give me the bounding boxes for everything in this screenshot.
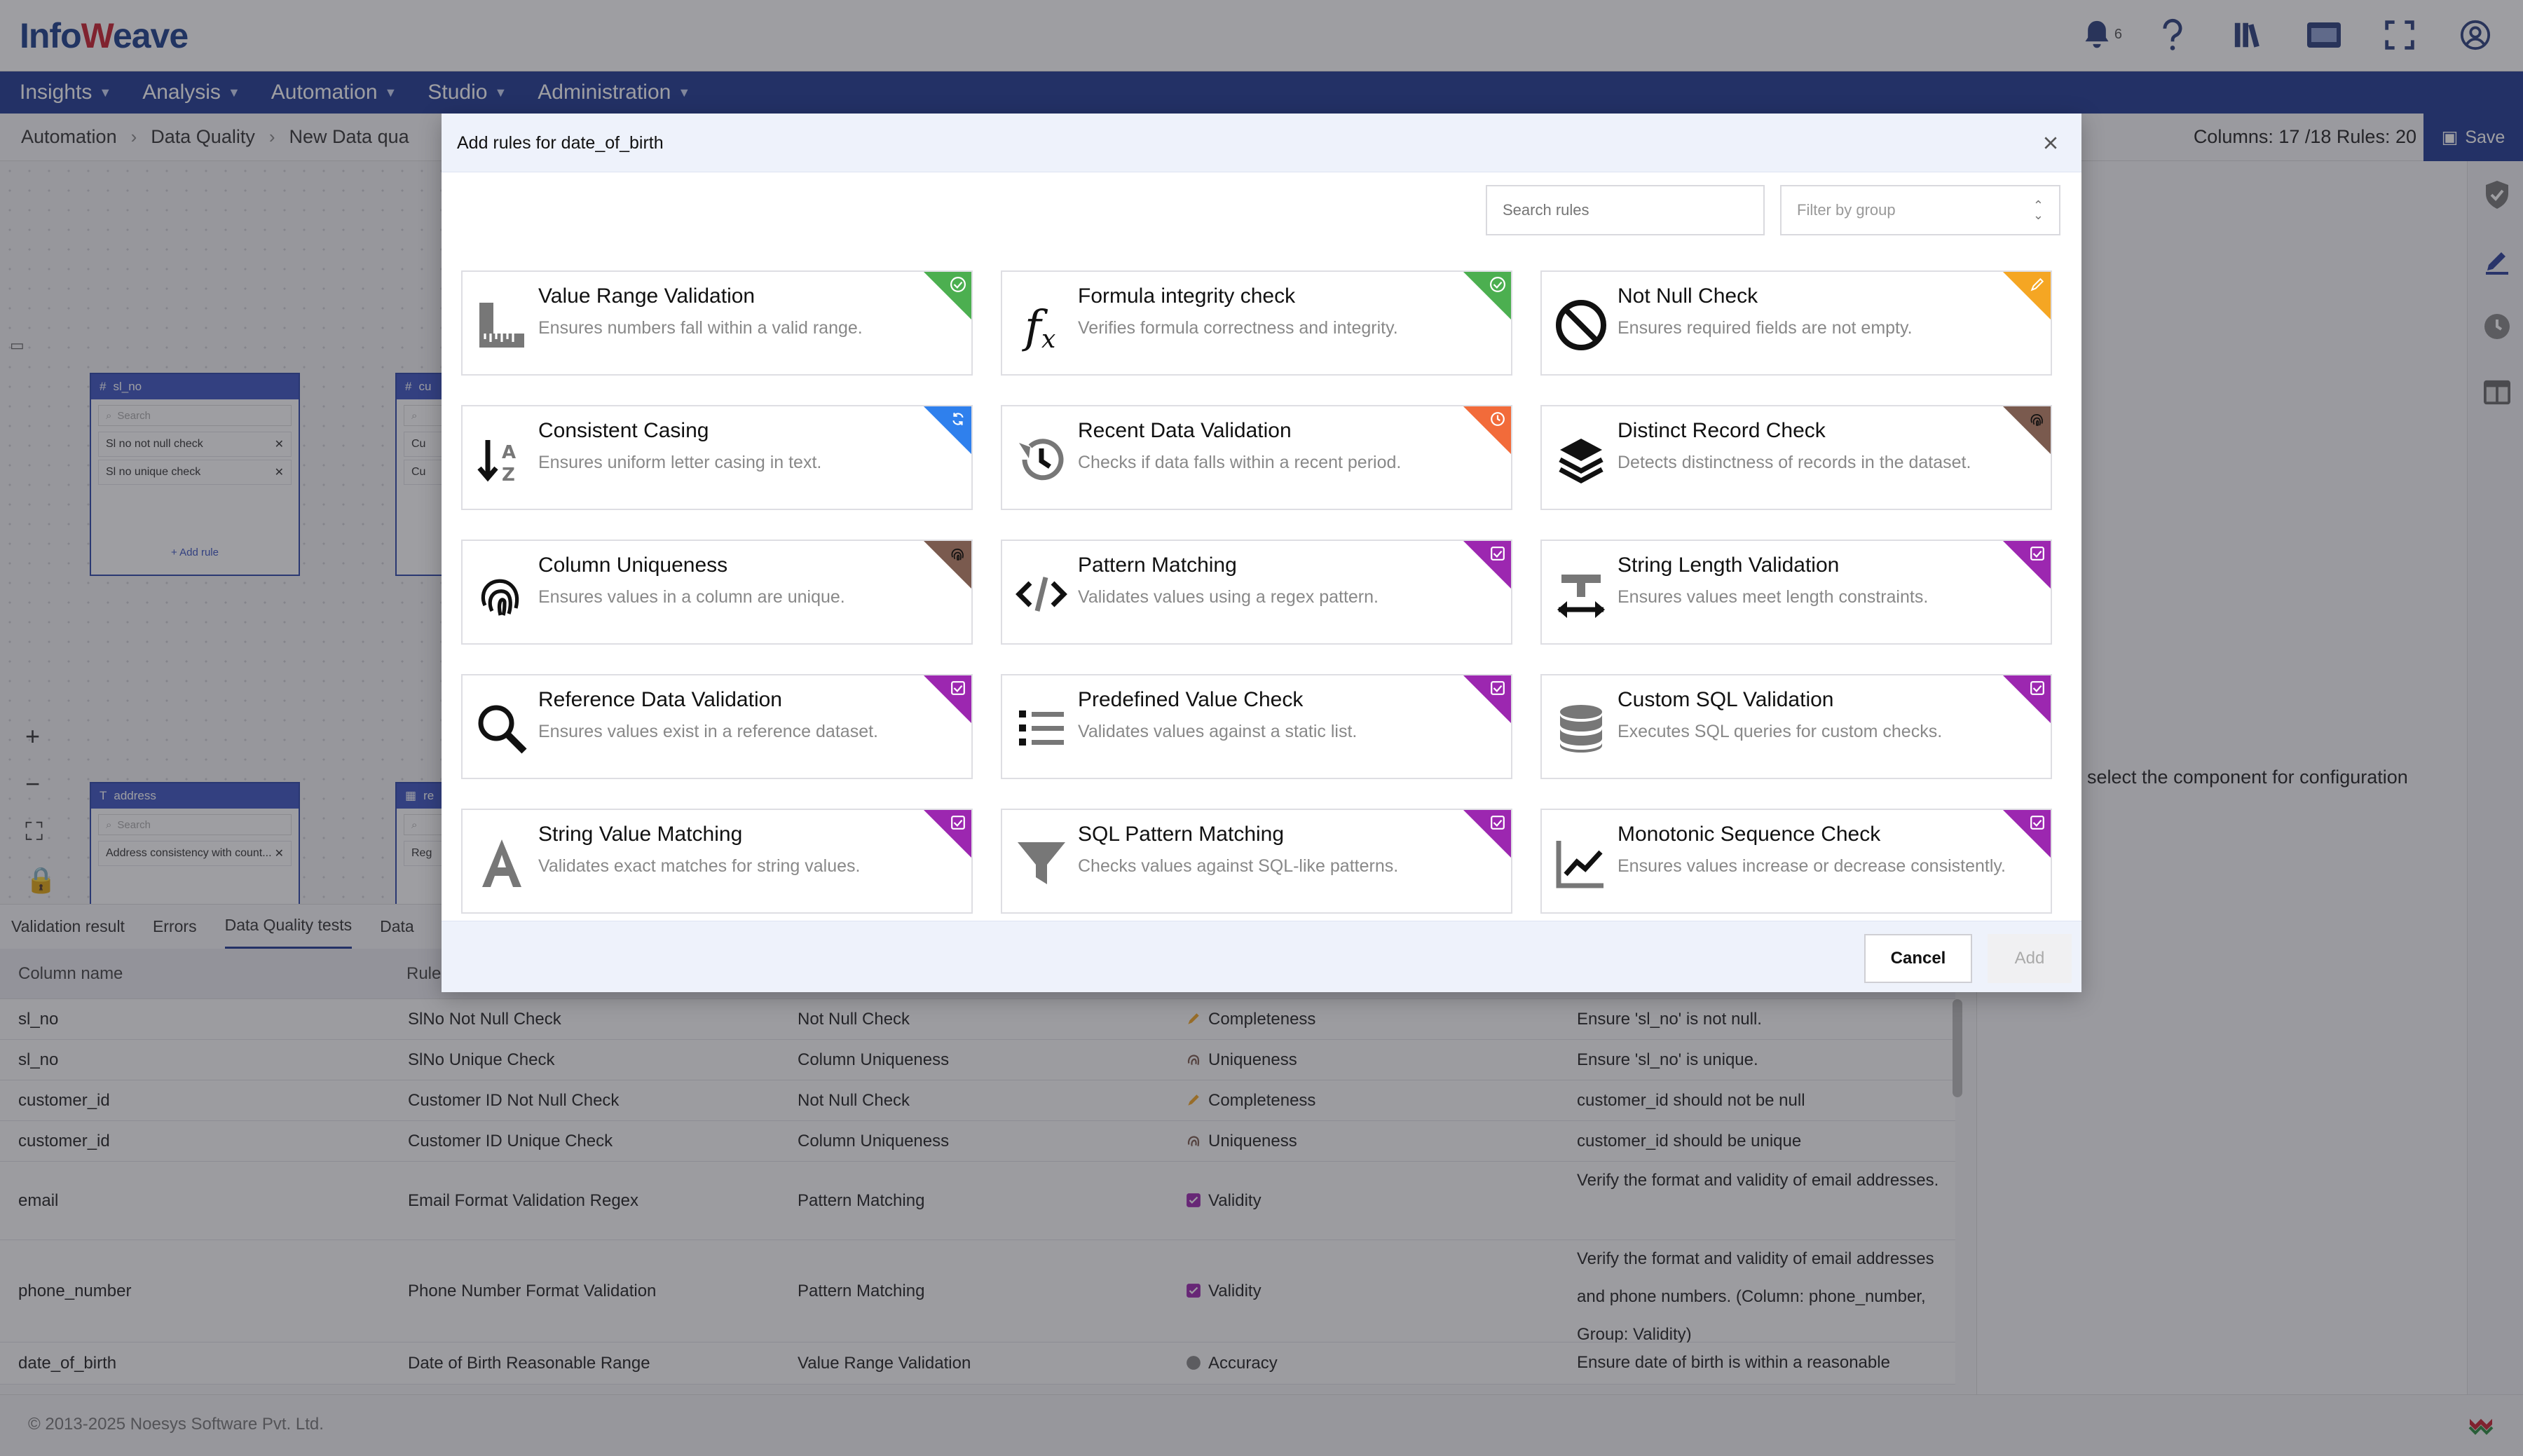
rule-card[interactable]: Not Null Check Ensures required fields ar… bbox=[1540, 270, 2052, 376]
rule-card[interactable]: Reference Data Validation Ensures values … bbox=[461, 674, 973, 779]
rule-card[interactable]: Predefined Value Check Validates values a… bbox=[1001, 674, 1512, 779]
rule-card-title: String Length Validation bbox=[1618, 554, 1840, 577]
rule-card-description: Ensures required fields are not empty. bbox=[1618, 318, 1913, 338]
check-square-icon bbox=[2028, 679, 2046, 697]
svg-text:Z: Z bbox=[502, 465, 515, 486]
rule-card[interactable]: Pattern Matching Validates values using a… bbox=[1001, 540, 1512, 645]
rule-card-title: Predefined Value Check bbox=[1078, 688, 1304, 711]
rule-card-description: Ensures uniform letter casing in text. bbox=[538, 453, 822, 472]
rule-card[interactable]: f x Formula integrity check Verifies formul… bbox=[1001, 270, 1512, 376]
rule-card-description: Validates values using a regex pattern. bbox=[1078, 587, 1379, 607]
rule-card-title: Value Range Validation bbox=[538, 284, 755, 308]
filter-by-group-select[interactable]: Filter by group ⌃ ⌄ bbox=[1780, 185, 2060, 235]
function-icon: fx bbox=[1008, 291, 1075, 359]
select-caret-icon: ⌃ ⌄ bbox=[2032, 198, 2044, 222]
rule-card-title: Custom SQL Validation bbox=[1618, 688, 1834, 711]
rule-card-title: SQL Pattern Matching bbox=[1078, 823, 1285, 846]
rule-card-title: Distinct Record Check bbox=[1618, 419, 1826, 442]
check-square-icon bbox=[949, 813, 967, 832]
rule-card-description: Checks values against SQL-like patterns. bbox=[1078, 856, 1399, 876]
dialog-title: Add rules for date_of_birth bbox=[457, 133, 664, 153]
rule-card-description: Executes SQL queries for custom checks. bbox=[1618, 722, 1943, 741]
history-icon bbox=[1008, 426, 1075, 493]
check-circle-icon bbox=[1489, 275, 1507, 294]
dialog-footer: Cancel Add bbox=[442, 921, 2081, 992]
rule-card-description: Ensures values in a column are unique. bbox=[538, 587, 845, 607]
rule-card-title: Recent Data Validation bbox=[1078, 419, 1292, 442]
rule-card-title: String Value Matching bbox=[538, 823, 743, 846]
fingerprint-icon bbox=[2028, 410, 2046, 428]
check-square-icon bbox=[949, 679, 967, 697]
layers-icon bbox=[1547, 426, 1615, 493]
fingerprint-icon bbox=[468, 561, 535, 628]
svg-text:A: A bbox=[502, 442, 516, 463]
rule-card[interactable]: Value Range Validation Ensures numbers fa… bbox=[461, 270, 973, 376]
rule-card-title: Monotonic Sequence Check bbox=[1618, 823, 1881, 846]
ban-icon bbox=[1547, 291, 1615, 359]
close-icon[interactable] bbox=[2037, 129, 2065, 157]
add-rules-dialog: Add rules for date_of_birth Filter by gr… bbox=[442, 114, 2081, 992]
rule-card[interactable]: Recent Data Validation Checks if data fal… bbox=[1001, 405, 1512, 510]
rule-card-description: Checks if data falls within a recent per… bbox=[1078, 453, 1402, 472]
refresh-icon bbox=[949, 410, 967, 428]
list-icon bbox=[1008, 695, 1075, 762]
trend-chart-icon bbox=[1547, 830, 1615, 897]
funnel-icon bbox=[1008, 830, 1075, 897]
rule-card[interactable]: Distinct Record Check Detects distinctnes… bbox=[1540, 405, 2052, 510]
rule-card-title: Formula integrity check bbox=[1078, 284, 1296, 308]
check-square-icon bbox=[1489, 679, 1507, 697]
ruler-icon bbox=[468, 291, 535, 359]
rule-card[interactable]: Column Uniqueness Ensures values in a col… bbox=[461, 540, 973, 645]
rule-card-description: Ensures values meet length constraints. bbox=[1618, 587, 1929, 607]
code-icon bbox=[1008, 561, 1075, 628]
check-square-icon bbox=[2028, 813, 2046, 832]
dialog-header: Add rules for date_of_birth bbox=[442, 114, 2081, 172]
rule-card-description: Validates values against a static list. bbox=[1078, 722, 1358, 741]
check-square-icon bbox=[1489, 813, 1507, 832]
check-circle-icon bbox=[949, 275, 967, 294]
rule-card[interactable]: SQL Pattern Matching Checks values agains… bbox=[1001, 809, 1512, 914]
database-icon bbox=[1547, 695, 1615, 762]
rule-card-title: Consistent Casing bbox=[538, 419, 709, 442]
magnifier-icon bbox=[468, 695, 535, 762]
rule-card[interactable]: String Value Matching Validates exact mat… bbox=[461, 809, 973, 914]
rule-card-description: Ensures values increase or decrease cons… bbox=[1618, 856, 2006, 876]
text-width-icon bbox=[1547, 561, 1615, 628]
rule-card-title: Reference Data Validation bbox=[538, 688, 782, 711]
rule-card[interactable]: Custom SQL Validation Executes SQL querie… bbox=[1540, 674, 2052, 779]
rule-card[interactable]: A Z Consistent Casing Ensures uniform lette… bbox=[461, 405, 973, 510]
check-square-icon bbox=[2028, 544, 2046, 563]
fingerprint-icon bbox=[949, 544, 967, 563]
rule-card[interactable]: Monotonic Sequence Check Ensures values i… bbox=[1540, 809, 2052, 914]
rule-card-description: Detects distinctness of records in the d… bbox=[1618, 453, 1971, 472]
rule-card-description: Verifies formula correctness and integri… bbox=[1078, 318, 1398, 338]
sort-az-icon: AZ bbox=[468, 426, 535, 493]
svg-text:x: x bbox=[1041, 325, 1055, 353]
clock-icon bbox=[1489, 410, 1507, 428]
rule-card-description: Validates exact matches for string value… bbox=[538, 856, 861, 876]
add-button[interactable]: Add bbox=[1988, 934, 2072, 983]
rule-card[interactable]: String Length Validation Ensures values m… bbox=[1540, 540, 2052, 645]
rule-card-title: Column Uniqueness bbox=[538, 554, 728, 577]
letter-a-icon bbox=[468, 830, 535, 897]
check-square-icon bbox=[1489, 544, 1507, 563]
pencil-icon bbox=[2028, 275, 2046, 294]
cancel-button[interactable]: Cancel bbox=[1864, 934, 1972, 983]
rule-card-title: Not Null Check bbox=[1618, 284, 1758, 308]
search-rules-input[interactable] bbox=[1486, 185, 1765, 235]
rule-card-description: Ensures numbers fall within a valid rang… bbox=[538, 318, 863, 338]
rule-card-title: Pattern Matching bbox=[1078, 554, 1237, 577]
rule-card-description: Ensures values exist in a reference data… bbox=[538, 722, 878, 741]
